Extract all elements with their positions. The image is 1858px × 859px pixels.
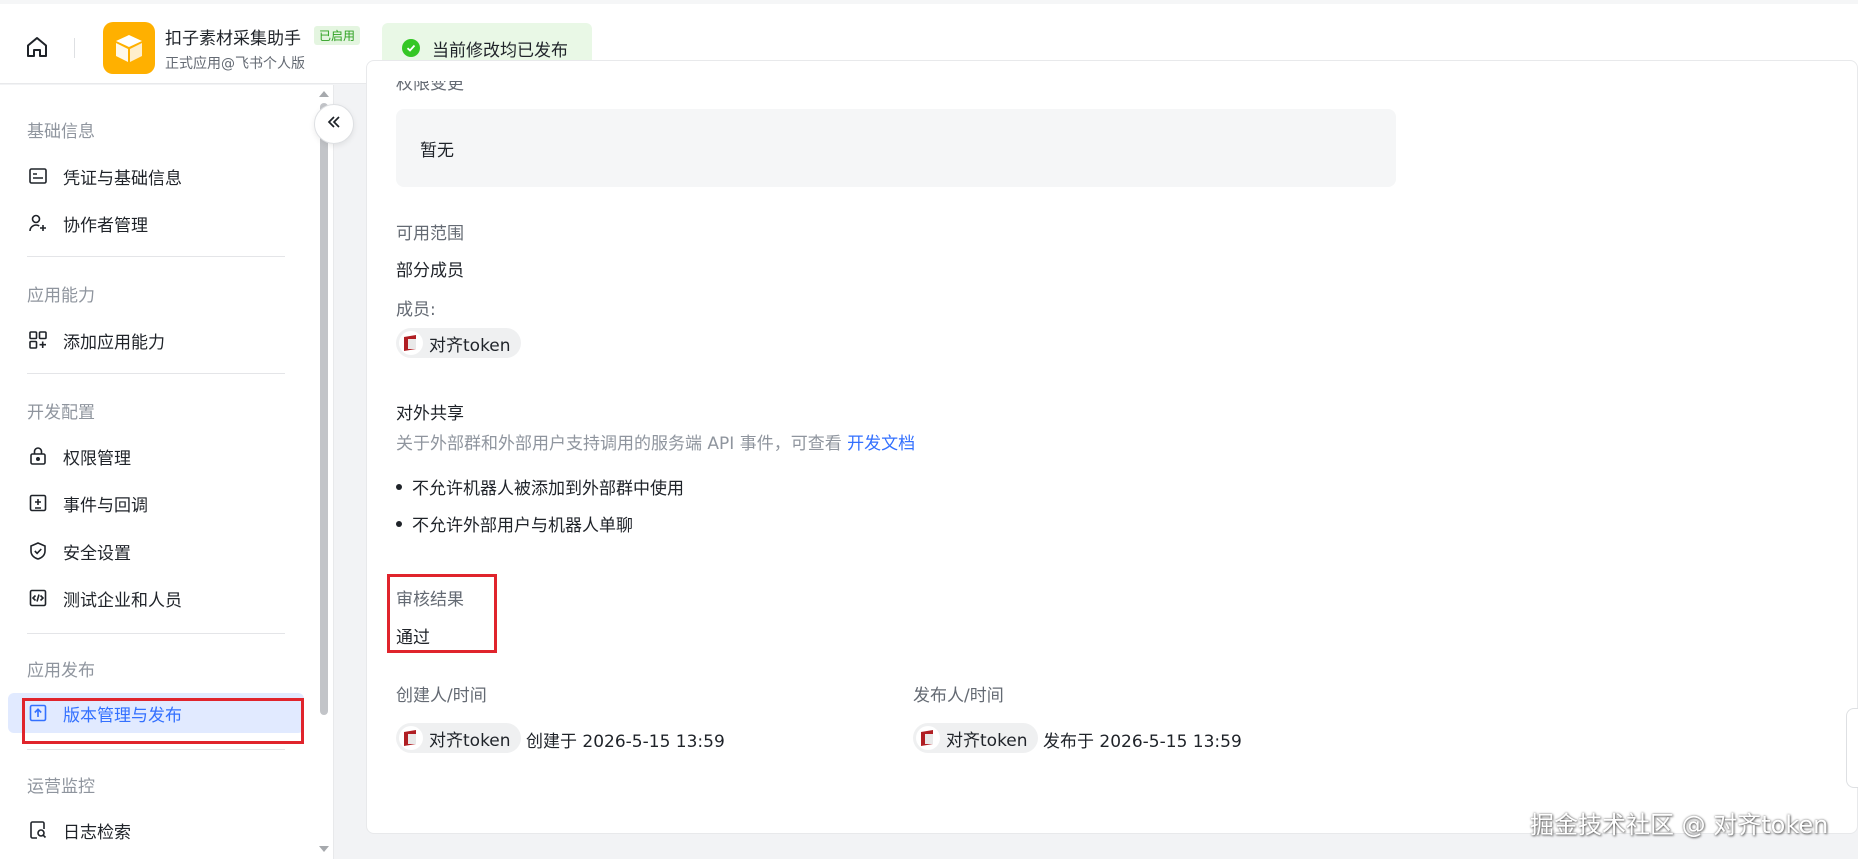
permission-change-value: 暂无 xyxy=(420,140,454,161)
sidebar-item-label: 日志检索 xyxy=(63,822,131,843)
nav-divider xyxy=(27,256,285,257)
sidebar-item-log-search[interactable]: 日志检索 xyxy=(8,810,304,850)
app-subtitle: 正式应用@飞书个人版 xyxy=(165,56,305,72)
share-label: 对外共享 xyxy=(396,404,464,424)
sidebar-item-version-release[interactable]: 版本管理与发布 xyxy=(8,693,304,733)
event-icon xyxy=(27,492,49,514)
sidebar-item-label: 版本管理与发布 xyxy=(63,705,182,726)
sidebar-item-collaborators[interactable]: 协作者管理 xyxy=(8,203,304,243)
scope-value: 部分成员 xyxy=(396,261,464,281)
section-title-dev-config: 开发配置 xyxy=(27,403,95,423)
header-divider xyxy=(74,38,75,58)
right-edge-tab[interactable] xyxy=(1846,708,1858,788)
shield-icon xyxy=(27,540,49,562)
scroll-up-arrow-icon[interactable] xyxy=(319,91,329,97)
sidebar-item-add-capability[interactable]: 添加应用能力 xyxy=(8,320,304,360)
creator-name: 对齐token xyxy=(429,730,511,751)
publisher-name: 对齐token xyxy=(946,730,1028,751)
sidebar-item-permissions[interactable]: 权限管理 xyxy=(8,436,304,476)
home-icon[interactable] xyxy=(22,32,52,62)
sidebar: 基础信息 凭证与基础信息 协作者管理 应用能力 添加应用能力 开发配置 权限管理… xyxy=(0,85,334,859)
sidebar-scrollbar[interactable] xyxy=(320,103,328,715)
upload-icon xyxy=(27,702,49,724)
scroll-down-arrow-icon[interactable] xyxy=(319,846,329,852)
code-icon xyxy=(27,587,49,609)
app-name: 扣子素材采集助手 xyxy=(165,29,301,49)
creator-label: 创建人/时间 xyxy=(396,686,487,706)
section-title-basic: 基础信息 xyxy=(27,122,95,142)
sidebar-item-label: 添加应用能力 xyxy=(63,332,165,353)
section-title-release: 应用发布 xyxy=(27,661,95,681)
sidebar-item-label: 安全设置 xyxy=(63,543,131,564)
review-label: 审核结果 xyxy=(396,590,464,610)
sidebar-item-test-users[interactable]: 测试企业和人员 xyxy=(8,578,304,618)
nav-divider xyxy=(27,749,285,750)
member-chip[interactable]: 对齐token xyxy=(396,328,521,358)
status-badge: 已启用 xyxy=(314,26,361,45)
sidebar-item-label: 权限管理 xyxy=(63,448,131,469)
sidebar-item-events[interactable]: 事件与回调 xyxy=(8,483,304,523)
toast-text: 当前修改均已发布 xyxy=(432,40,568,61)
creator-chip[interactable]: 对齐token xyxy=(396,723,521,753)
avatar xyxy=(399,726,423,750)
sidebar-item-label: 凭证与基础信息 xyxy=(63,168,182,189)
created-time: 创建于 2026-5-15 13:59 xyxy=(526,732,725,752)
nav-divider xyxy=(27,633,285,634)
credential-icon xyxy=(27,165,49,187)
check-circle-icon xyxy=(402,39,420,57)
sidebar-item-credentials[interactable]: 凭证与基础信息 xyxy=(8,156,304,196)
lock-icon xyxy=(27,445,49,467)
collapse-sidebar-button[interactable] xyxy=(314,104,354,144)
user-add-icon xyxy=(27,212,49,234)
avatar xyxy=(916,726,940,750)
double-chevron-left-icon xyxy=(325,113,343,135)
share-description: 关于外部群和外部用户支持调用的服务端 API 事件，可查看 开发文档 xyxy=(396,429,915,454)
publisher-chip[interactable]: 对齐token xyxy=(913,723,1038,753)
review-value: 通过 xyxy=(396,628,430,648)
avatar xyxy=(399,331,423,355)
apps-add-icon xyxy=(27,329,49,351)
members-label: 成员: xyxy=(396,300,436,320)
log-search-icon xyxy=(27,819,49,841)
sidebar-item-security[interactable]: 安全设置 xyxy=(8,531,304,571)
share-bullet-text: 不允许机器人被添加到外部群中使用 xyxy=(412,479,684,499)
sidebar-item-label: 协作者管理 xyxy=(63,215,148,236)
list-item: 不允许外部用户与机器人单聊 xyxy=(396,511,633,536)
dev-docs-link[interactable]: 开发文档 xyxy=(847,434,915,454)
app-logo xyxy=(103,22,155,74)
member-name: 对齐token xyxy=(429,335,511,356)
version-detail-card: 权限变更 暂无 可用范围 部分成员 成员: 对齐token 对外共享 关于外部群… xyxy=(366,60,1858,834)
section-title-monitoring: 运营监控 xyxy=(27,777,95,797)
nav-divider xyxy=(27,373,285,374)
share-bullet-text: 不允许外部用户与机器人单聊 xyxy=(412,516,633,536)
section-title-capabilities: 应用能力 xyxy=(27,286,95,306)
publisher-label: 发布人/时间 xyxy=(913,686,1004,706)
published-time: 发布于 2026-5-15 13:59 xyxy=(1043,732,1242,752)
permission-change-label: 权限变更 xyxy=(396,74,464,94)
watermark-text: 掘金技术社区 @ 对齐token xyxy=(1530,811,1829,839)
share-desc-text: 关于外部群和外部用户支持调用的服务端 API 事件，可查看 xyxy=(396,434,842,454)
permission-change-box: 暂无 xyxy=(396,109,1396,187)
scope-label: 可用范围 xyxy=(396,224,464,244)
sidebar-item-label: 测试企业和人员 xyxy=(63,590,182,611)
sidebar-item-label: 事件与回调 xyxy=(63,495,148,516)
list-item: 不允许机器人被添加到外部群中使用 xyxy=(396,474,684,499)
